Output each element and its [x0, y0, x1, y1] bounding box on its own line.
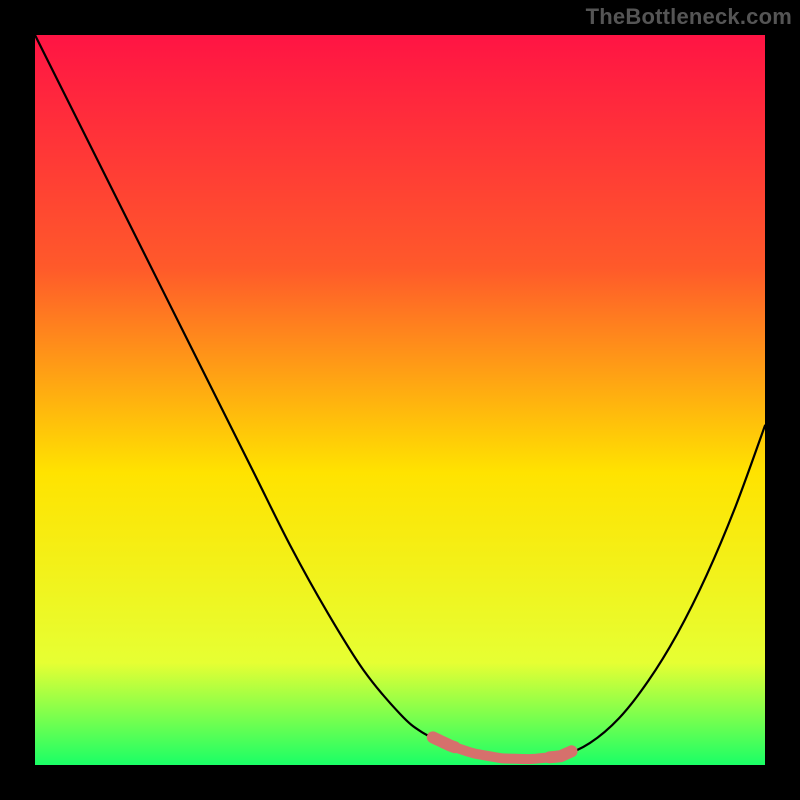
gradient-background [35, 35, 765, 765]
plot-area [35, 35, 765, 765]
trough-marker-right [550, 751, 572, 757]
chart-frame: TheBottleneck.com [0, 0, 800, 800]
watermark-text: TheBottleneck.com [586, 4, 792, 30]
bottleneck-chart [35, 35, 765, 765]
